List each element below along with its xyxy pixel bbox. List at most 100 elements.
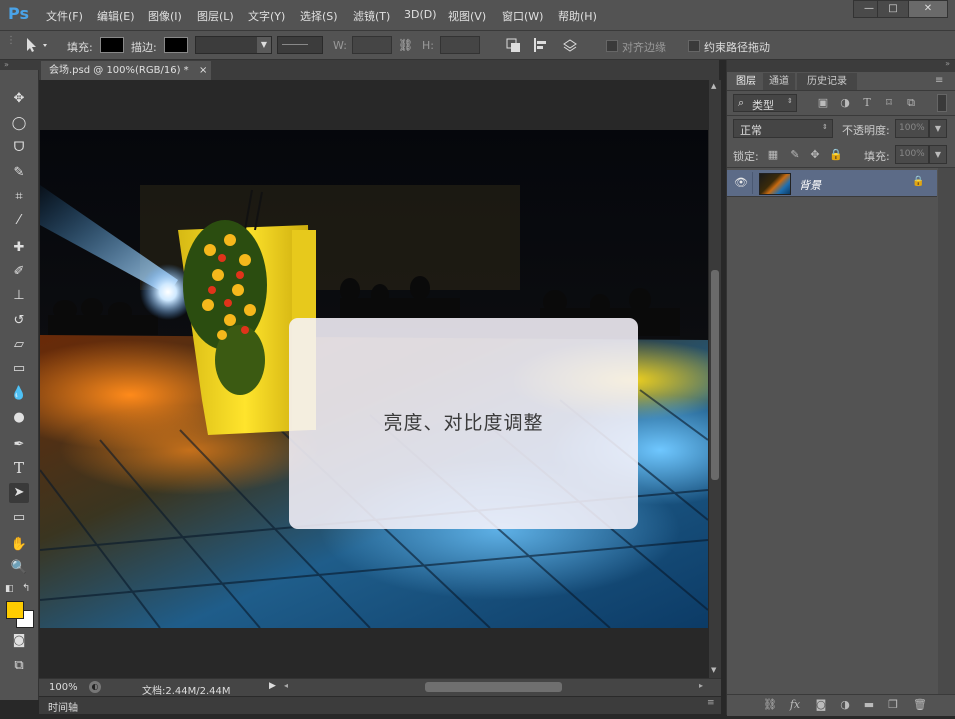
fill-dropdown-icon[interactable]: ▼ [929,145,947,164]
stroke-width-dropdown[interactable]: ▼ [195,36,272,54]
fill-swatch[interactable] [100,37,124,53]
menu-select[interactable]: 选择(S) [300,8,338,24]
timeline-bar[interactable]: 时间轴 ≡ [39,696,721,714]
filter-toggle-switch[interactable] [937,94,947,112]
quick-selection-tool-icon[interactable]: ✎ [9,163,29,183]
width-input[interactable] [352,36,392,54]
shape-filter-icon[interactable]: ⌑ [883,97,895,109]
zoom-tool-icon[interactable]: 🔍 [9,558,29,578]
tab-layers[interactable]: 图层 [731,73,761,90]
eyedropper-tool-icon[interactable]: ⁄ [9,211,29,231]
layer-style-fx-icon[interactable]: fx [789,699,801,711]
restore-button[interactable]: □ [877,0,909,18]
scroll-up-icon[interactable]: ▲ [711,82,716,90]
rectangle-tool-icon[interactable]: ▭ [9,508,29,528]
tab-history[interactable]: 历史记录 [797,73,857,90]
vertical-scroll-thumb[interactable] [711,270,719,480]
horizontal-scroll-thumb[interactable] [425,682,562,692]
lasso-tool-icon[interactable]: ᗜ [9,138,29,158]
trash-icon[interactable]: 🗑 [913,699,927,711]
status-menu-arrow-icon[interactable]: ▶ [269,681,276,691]
panel-menu-icon[interactable]: ≡ [935,75,943,86]
lock-transparent-pixels-icon[interactable]: ▦ [767,149,779,161]
path-alignment-icon[interactable] [532,37,548,53]
opacity-input[interactable]: 100% [895,119,929,138]
clone-stamp-tool-icon[interactable]: ⊥ [9,286,29,306]
menu-window[interactable]: 窗口(W) [502,8,543,24]
new-group-icon[interactable]: ▬ [863,699,875,711]
hand-tool-icon[interactable]: ✋ [9,535,29,555]
path-selection-tool-icon[interactable]: ➤ [9,483,29,503]
layer-row-background[interactable]: 👁 背景 🔒 [727,170,937,197]
type-filter-icon[interactable]: T [861,97,873,109]
lock-image-pixels-icon[interactable]: ✎ [789,149,801,161]
brush-tool-icon[interactable]: ✐ [9,262,29,282]
menu-3d[interactable]: 3D(D) [404,8,437,21]
toolbox-collapse-icon[interactable]: » [0,60,42,70]
timeline-menu-icon[interactable]: ≡ [707,698,715,708]
menu-edit[interactable]: 编辑(E) [97,8,135,24]
new-layer-icon[interactable]: ❐ [887,699,899,711]
stroke-label: 描边: [131,41,157,54]
menu-image[interactable]: 图像(I) [148,8,182,24]
link-layers-icon[interactable]: ⛓ [763,699,777,711]
default-colors-icon[interactable]: ◧ [5,584,14,594]
quick-mask-icon[interactable]: ◙ [9,631,29,651]
height-input[interactable] [440,36,480,54]
layer-filter-dropdown[interactable]: ⌕ 类型 ⇕ [733,94,797,112]
foreground-color-swatch[interactable] [6,601,24,619]
scroll-down-icon[interactable]: ▼ [711,666,716,674]
link-icon[interactable]: ⛓ [398,38,413,52]
pixel-filter-icon[interactable]: ▣ [817,97,829,109]
zoom-level[interactable]: 100% [49,682,78,693]
fill-input[interactable]: 100% [895,145,929,164]
close-tab-icon[interactable]: × [199,61,207,80]
opacity-dropdown-icon[interactable]: ▼ [929,119,947,138]
layer-list-scrollbar[interactable] [938,168,955,694]
tab-channels[interactable]: 通道 [763,73,795,90]
path-operations-icon[interactable] [505,37,521,53]
menu-file[interactable]: 文件(F) [46,8,83,24]
smart-object-filter-icon[interactable]: ⧉ [905,97,917,109]
scroll-right-icon[interactable]: ▸ [699,681,703,690]
document-tab[interactable]: 会场.psd @ 100%(RGB/16) * × [41,61,211,80]
eye-visibility-icon[interactable]: 👁 [734,176,748,189]
blend-mode-dropdown[interactable]: 正常 ⇕ [733,119,833,138]
lock-position-icon[interactable]: ✥ [809,149,821,161]
status-icon[interactable]: ◐ [89,681,101,693]
menu-view[interactable]: 视图(V) [448,8,486,24]
tool-preset-picker[interactable] [24,36,50,54]
adjustment-filter-icon[interactable]: ◑ [839,97,851,109]
scroll-left-icon[interactable]: ◂ [284,681,288,690]
eraser-tool-icon[interactable]: ▱ [9,335,29,355]
stroke-type-dropdown[interactable] [277,36,323,54]
layer-name[interactable]: 背景 [799,177,821,193]
history-brush-tool-icon[interactable]: ↺ [9,311,29,331]
constrain-path-checkbox[interactable] [688,40,700,52]
add-mask-icon[interactable]: ◙ [815,699,827,711]
screen-mode-icon[interactable]: ⧉ [9,656,29,676]
menu-filter[interactable]: 滤镜(T) [353,8,390,24]
menu-help[interactable]: 帮助(H) [558,8,597,24]
crop-tool-icon[interactable]: ⌗ [9,187,29,207]
align-edges-checkbox[interactable] [606,40,618,52]
adjustment-layer-icon[interactable]: ◑ [839,699,851,711]
vertical-scrollbar[interactable]: ▲ ▼ [709,80,721,678]
move-tool-icon[interactable]: ✥ [9,89,29,109]
panel-collapse-icon[interactable]: » [945,59,950,68]
swap-colors-icon[interactable]: ↰ [22,583,30,594]
blur-tool-icon[interactable]: 💧 [9,384,29,404]
path-arrangement-icon[interactable] [561,37,579,53]
pen-tool-icon[interactable]: ✒ [9,435,29,455]
stroke-swatch[interactable] [164,37,188,53]
menu-type[interactable]: 文字(Y) [248,8,285,24]
dodge-tool-icon[interactable]: ● [9,408,29,428]
dialog-title: 亮度、对比度调整 [383,412,544,434]
healing-brush-tool-icon[interactable]: ✚ [9,238,29,258]
lock-all-icon[interactable]: 🔒 [829,149,843,161]
close-window-button[interactable]: ✕ [908,0,948,18]
marquee-tool-icon[interactable]: ◯ [9,114,29,134]
gradient-tool-icon[interactable]: ▭ [9,359,29,379]
menu-layer[interactable]: 图层(L) [197,8,234,24]
type-tool-icon[interactable]: T [9,458,29,478]
